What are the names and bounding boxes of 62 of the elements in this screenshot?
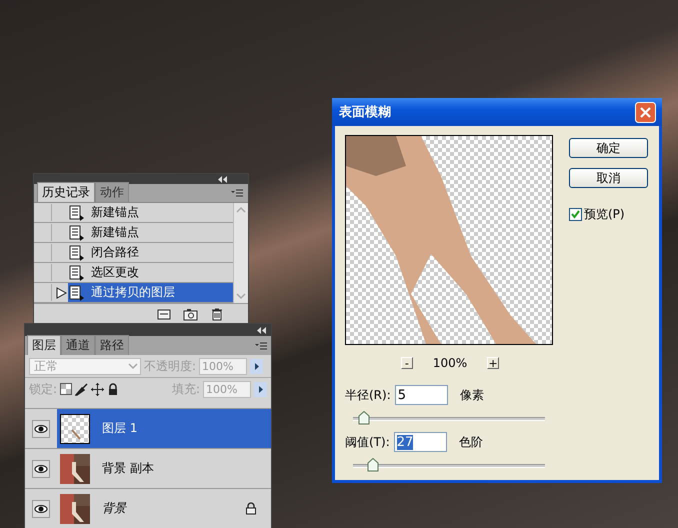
zoom-level: 100%: [432, 356, 468, 370]
history-item[interactable]: 新建锚点: [68, 203, 233, 222]
checkbox-label: 预览(P): [584, 206, 625, 223]
history-item[interactable]: 选区更改: [68, 263, 233, 282]
state-pointer-icon: [56, 286, 67, 298]
panel-tab[interactable]: 路径: [95, 335, 129, 355]
move-icon[interactable]: [91, 382, 104, 396]
fill-arrow-button[interactable]: [254, 382, 267, 396]
history-item[interactable]: 通过拷贝的图层: [68, 283, 233, 302]
camera-icon[interactable]: [183, 307, 198, 321]
new-document-icon[interactable]: [157, 307, 171, 321]
panel-tab[interactable]: 动作: [95, 182, 129, 202]
parameter-label: 半径(R):: [345, 386, 391, 404]
panel-tab[interactable]: 通道: [61, 335, 95, 355]
layer-name: 图层 1: [102, 420, 138, 437]
dialog-button[interactable]: 确定: [569, 138, 648, 158]
preview-checkbox[interactable]: [569, 208, 582, 221]
slider-thumb[interactable]: [358, 411, 370, 425]
trash-icon[interactable]: [210, 307, 224, 321]
history-state-icon: [69, 264, 85, 280]
brush-icon[interactable]: [75, 382, 88, 396]
history-item[interactable]: 闭合路径: [68, 243, 233, 262]
layer-row[interactable]: 图层 1: [57, 409, 271, 448]
dialog-button[interactable]: 取消: [569, 168, 648, 188]
lock-icon[interactable]: [107, 382, 120, 396]
layer-name: 背景 副本: [102, 460, 155, 477]
panel-menu-icon[interactable]: [230, 188, 244, 198]
eye-icon[interactable]: [32, 420, 50, 438]
opacity-arrow-button[interactable]: [250, 358, 264, 374]
history-state-icon: [69, 284, 85, 300]
slider-thumb[interactable]: [367, 458, 380, 472]
unit-label: 色阶: [458, 434, 483, 450]
unit-label: 像素: [460, 386, 484, 404]
layer-thumbnail: [60, 414, 90, 444]
parameter-label: 阈值(T):: [345, 434, 390, 450]
arrow-right-icon: [257, 385, 264, 393]
layer-row[interactable]: 背景: [57, 489, 271, 528]
value-field[interactable]: 5: [394, 385, 448, 405]
layer-name: 背景: [102, 500, 128, 517]
eye-icon[interactable]: [32, 460, 50, 478]
layer-row[interactable]: 背景 副本: [57, 449, 271, 488]
lock-label: 锁定:: [29, 380, 58, 398]
check-icon: [570, 209, 581, 220]
opacity-label: 不透明度:: [144, 358, 196, 374]
dialog-title: 表面模糊: [339, 104, 391, 121]
history-state-icon: [69, 244, 85, 260]
panel-tab[interactable]: 图层: [27, 335, 61, 355]
panel-tab[interactable]: 历史记录: [37, 182, 95, 202]
photo-thumbnail: [60, 494, 90, 524]
arrow-right-icon: [253, 362, 260, 370]
zoom-out-button[interactable]: -: [400, 357, 413, 369]
photo-thumbnail: [60, 454, 90, 484]
fill-label: 填充:: [172, 380, 200, 398]
panel-menu-icon[interactable]: [254, 340, 268, 350]
close-icon[interactable]: [635, 102, 656, 122]
history-state-icon: [69, 204, 85, 220]
zoom-in-button[interactable]: +: [487, 357, 500, 369]
lock-transparency-icon[interactable]: [60, 383, 72, 395]
value-field[interactable]: 27: [394, 432, 447, 452]
history-item[interactable]: 新建锚点: [68, 223, 233, 242]
eye-icon[interactable]: [32, 500, 50, 518]
history-state-icon: [69, 224, 85, 240]
